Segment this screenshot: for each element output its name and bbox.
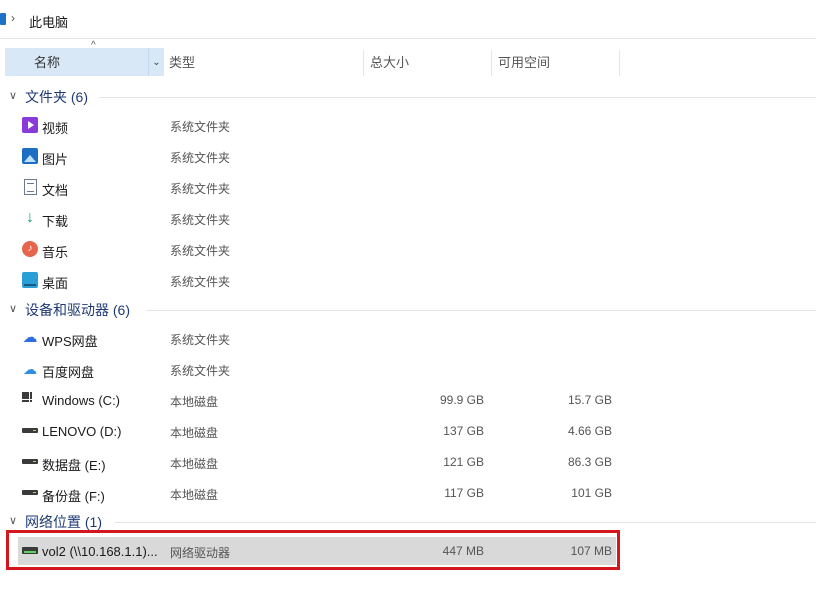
list-item-videos[interactable]: 视频 系统文件夹 [18,111,616,139]
sort-ascending-icon: ^ [91,40,96,51]
list-item-documents[interactable]: 文档 系统文件夹 [18,173,616,201]
desktop-icon [22,272,38,288]
music-icon: ♪ [22,241,38,257]
list-item-desktop[interactable]: 桌面 系统文件夹 [18,266,616,294]
documents-icon [24,179,37,195]
column-divider[interactable] [491,50,492,76]
highlight-annotation-box [6,530,620,570]
download-icon: ↓ [26,209,34,226]
breadcrumb-chevron-icon[interactable]: › [11,11,15,25]
column-divider[interactable] [363,50,364,76]
column-filter-dropdown-icon[interactable]: ⌄ [148,48,164,76]
collapse-chevron-icon[interactable]: ∨ [9,302,17,315]
drive-icon [22,428,38,433]
video-icon [22,117,38,133]
list-item-drive-e[interactable]: 数据盘 (E:) 本地磁盘 121 GB 86.3 GB [18,448,616,476]
list-item-downloads[interactable]: ↓ 下载 系统文件夹 [18,204,616,232]
column-header-bar: ^ 名称 ⌄ 类型 总大小 可用空间 [0,40,816,76]
column-header-free-space[interactable]: 可用空间 [498,48,550,76]
column-divider[interactable] [619,50,620,76]
list-item-wps-cloud[interactable]: ☁ WPS网盘 系统文件夹 [18,324,616,352]
group-divider [99,97,816,98]
column-header-type[interactable]: 类型 [169,48,195,76]
group-divider [115,522,816,523]
list-item-drive-d[interactable]: LENOVO (D:) 本地磁盘 137 GB 4.66 GB [18,417,616,445]
list-item-music[interactable]: ♪ 音乐 系统文件夹 [18,235,616,263]
breadcrumb-this-pc[interactable]: 此电脑 [29,12,68,31]
list-item-baidu-cloud[interactable]: ☁ 百度网盘 系统文件夹 [18,355,616,383]
drive-icon [22,490,38,495]
pictures-icon [22,148,38,164]
address-bar: › 此电脑 [0,0,816,39]
windows-drive-icon [22,392,32,402]
group-header-devices-drives[interactable]: ∨ 设备和驱动器 (6) [0,299,816,321]
baidu-cloud-icon: ☁ [23,361,37,377]
list-item-drive-c[interactable]: Windows (C:) 本地磁盘 99.9 GB 15.7 GB [18,386,616,414]
group-header-folders[interactable]: ∨ 文件夹 (6) [0,86,816,108]
list-item-pictures[interactable]: 图片 系统文件夹 [18,142,616,170]
column-header-total-size[interactable]: 总大小 [370,48,409,76]
list-item-drive-f[interactable]: 备份盘 (F:) 本地磁盘 117 GB 101 GB [18,479,616,507]
drive-icon [22,459,38,464]
group-divider [146,310,816,311]
collapse-chevron-icon[interactable]: ∨ [9,89,17,102]
cloud-icon: ☁ [22,329,38,346]
column-header-name[interactable]: ^ 名称 [5,40,148,76]
collapse-chevron-icon[interactable]: ∨ [9,514,17,527]
this-pc-icon [0,13,6,25]
